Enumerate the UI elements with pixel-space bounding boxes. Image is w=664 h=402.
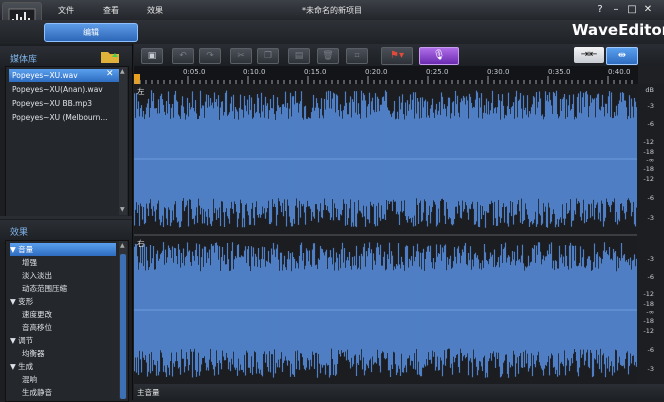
brand-title: WaveEditor (572, 21, 664, 39)
ruler-ticks (134, 76, 633, 84)
master-volume-bar[interactable] (134, 384, 664, 400)
media-file-item[interactable]: Popeyes~XU (Melbourn... (12, 111, 124, 124)
timeline-tick: 0:20.0 (365, 68, 388, 76)
timeline-tick: 0:05.0 (183, 68, 206, 76)
timeline-tick: 0:40.0 (608, 68, 631, 76)
timeline-tick: 0:10.0 (243, 68, 266, 76)
fit-selection-icon[interactable]: ⇥⇤ (574, 47, 604, 63)
close-button[interactable]: ✕ (642, 4, 654, 16)
effects-item[interactable]: 动态范围压缩 (10, 282, 128, 295)
effects-item[interactable]: 音高移位 (10, 321, 128, 334)
crop-icon[interactable]: ⌗ (346, 48, 368, 64)
expand-arrow-icon: ▼ (10, 336, 19, 345)
media-library-title: 媒体库 (10, 55, 38, 65)
expand-arrow-icon: ▼ (10, 362, 19, 371)
db-label: -6 (647, 273, 654, 281)
effects-scroll-thumb[interactable] (120, 254, 126, 399)
db-label: -12 (643, 138, 654, 146)
microphone-icon[interactable]: 🎙 (419, 47, 459, 65)
scroll-up-icon[interactable]: ▲ (120, 68, 125, 75)
track-right-label: 右 (137, 239, 145, 248)
paste-icon[interactable]: ▤ (288, 48, 310, 64)
effects-item[interactable]: 速度更改 (10, 308, 128, 321)
effects-group-volume[interactable]: ▼ 音量 (10, 243, 116, 256)
timeline-tick: 0:25.0 (426, 68, 449, 76)
db-label: -3 (647, 102, 654, 110)
maximize-button[interactable]: □ (626, 4, 638, 16)
delete-icon[interactable]: 🗑 (317, 48, 339, 64)
track-right[interactable] (133, 236, 638, 384)
effects-item-label: 调节 (18, 336, 34, 345)
db-label: -∞ (646, 308, 654, 316)
db-scale (637, 84, 664, 384)
cut-icon[interactable]: ✂ (230, 48, 252, 64)
tab-edit[interactable]: 编辑 (44, 23, 138, 42)
effects-item-label: 生成 (18, 362, 34, 371)
media-file-item[interactable]: Popeyes~XU(Anan).wav (12, 83, 124, 96)
redo-icon[interactable]: ↷ (199, 48, 221, 64)
effects-group-transform[interactable]: ▼ 变形 (10, 295, 116, 308)
scroll-down-icon[interactable]: ▼ (120, 206, 125, 213)
track-left-label: 左 (137, 87, 145, 96)
copy-icon[interactable]: ❐ (257, 48, 279, 64)
master-volume-label: 主音量 (137, 388, 160, 397)
effects-item[interactable]: 增强 (10, 256, 128, 269)
db-label: dB (645, 86, 654, 94)
panel-splitter[interactable] (0, 216, 132, 219)
effects-item-label: 变形 (18, 297, 34, 306)
save-icon[interactable]: ▣ (141, 48, 163, 64)
track-left[interactable] (133, 84, 638, 234)
effects-item[interactable]: 生成静音 (10, 386, 128, 398)
effects-item-label: 音量 (18, 245, 34, 254)
effects-group-generate[interactable]: ▼ 生成 (10, 360, 116, 373)
db-label: -12 (643, 327, 654, 335)
expand-arrow-icon: ▼ (10, 297, 19, 306)
db-label: -18 (643, 148, 654, 156)
db-label: -18 (643, 165, 654, 173)
db-label: -3 (647, 365, 654, 373)
waveform-left[interactable] (133, 84, 638, 234)
db-label: -6 (647, 346, 654, 354)
timeline-tick: 0:30.0 (487, 68, 510, 76)
effects-item[interactable]: 均衡器 (10, 347, 128, 360)
scroll-up-icon[interactable]: ▲ (120, 242, 125, 249)
db-label: -3 (647, 214, 654, 222)
db-label: -6 (647, 194, 654, 202)
undo-icon[interactable]: ↶ (172, 48, 194, 64)
db-label: -12 (643, 290, 654, 298)
effects-item[interactable]: 淡入淡出 (10, 269, 128, 282)
db-label: -6 (647, 120, 654, 128)
remove-file-icon[interactable]: ✕ (106, 69, 114, 79)
db-label: -18 (643, 317, 654, 325)
media-scrollbar[interactable] (119, 67, 127, 215)
effects-group-adjust[interactable]: ▼ 调节 (10, 334, 116, 347)
expand-arrow-icon: ▼ (10, 245, 19, 254)
media-file-item[interactable]: Popeyes~XU.wav (9, 69, 121, 82)
waveform-right[interactable] (133, 236, 638, 384)
db-label: -12 (643, 175, 654, 183)
fit-all-icon[interactable]: ⇹ (606, 47, 638, 65)
db-label: -∞ (646, 156, 654, 164)
db-label: -18 (643, 300, 654, 308)
help-button[interactable]: ? (594, 4, 606, 16)
timeline-tick: 0:35.0 (548, 68, 571, 76)
effects-item[interactable]: 混响 (10, 373, 128, 386)
db-label: -3 (647, 255, 654, 263)
timeline-tick: 0:15.0 (304, 68, 327, 76)
effects-title: 效果 (10, 228, 29, 238)
document-title: *未命名的新项目 (302, 6, 362, 15)
folder-import-icon[interactable] (100, 48, 122, 64)
minimize-button[interactable]: – (610, 4, 622, 16)
flag-icon[interactable]: ⚑▾ (381, 47, 413, 65)
media-file-item[interactable]: Popeyes~XU BB.mp3 (12, 97, 124, 110)
